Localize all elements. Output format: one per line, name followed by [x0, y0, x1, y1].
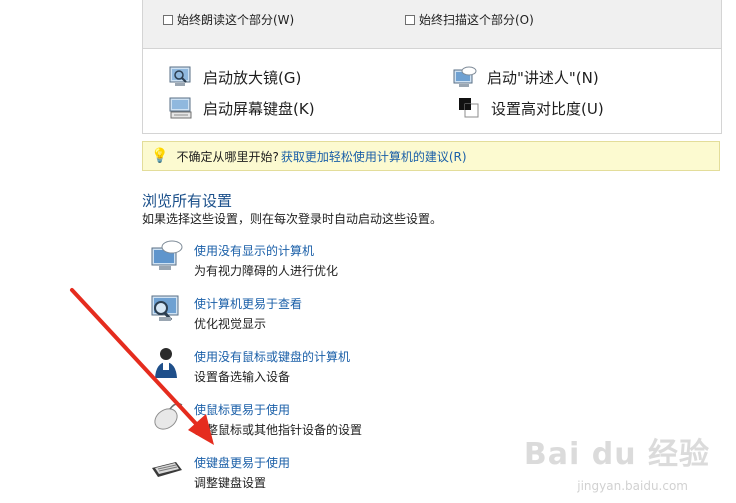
high-contrast-label: 设置高对比度(U)	[491, 99, 604, 118]
setting-item-no-display: 使用没有显示的计算机 为有视力障碍的人进行优化	[150, 240, 550, 284]
setting-item-keyboard: 使键盘更易于使用 调整键盘设置	[150, 452, 550, 496]
browse-settings-description: 如果选择这些设置，则在每次登录时自动启动这些设置。	[142, 212, 443, 226]
narrator-icon	[453, 66, 477, 88]
person-icon	[150, 346, 184, 380]
magnifier-icon	[169, 66, 193, 88]
start-magnifier-link[interactable]: 启动放大镜(G)	[169, 66, 301, 88]
always-scan-checkbox-row[interactable]: 始终扫描这个部分(O)	[405, 11, 534, 28]
top-panel: 始终朗读这个部分(W) 始终扫描这个部分(O)	[142, 0, 722, 49]
setting-title-easier-to-see[interactable]: 使计算机更易于查看	[194, 295, 302, 312]
start-osk-label: 启动屏幕键盘(K)	[203, 99, 315, 118]
setting-title-keyboard[interactable]: 使键盘更易于使用	[194, 454, 290, 471]
hint-bar: 💡 不确定从哪里开始? 获取更加轻松使用计算机的建议(R)	[142, 141, 720, 171]
setting-desc-mouse: 调整鼠标或其他指针设备的设置	[194, 423, 363, 437]
setting-item-no-mouse-keyboard: 使用没有鼠标或键盘的计算机 设置备选输入设备	[150, 346, 550, 390]
browse-settings-heading: 浏览所有设置	[142, 192, 233, 210]
lightbulb-icon: 💡	[151, 148, 169, 164]
start-narrator-link[interactable]: 启动"讲述人"(N)	[453, 66, 599, 88]
quick-tools-panel: 启动放大镜(G) 启动"讲述人"(N) 启动屏幕键盘(K) 设置高对比度(U)	[142, 48, 722, 134]
high-contrast-link[interactable]: 设置高对比度(U)	[457, 97, 604, 119]
start-osk-link[interactable]: 启动屏幕键盘(K)	[169, 97, 315, 119]
always-scan-label: 始终扫描这个部分(O)	[419, 13, 534, 27]
speech-monitor-icon	[150, 240, 184, 274]
setting-desc-easier-to-see: 优化视觉显示	[194, 317, 267, 331]
magnify-monitor-icon	[150, 293, 184, 327]
get-recommendations-link[interactable]: 获取更加轻松使用计算机的建议(R)	[281, 148, 467, 165]
start-narrator-label: 启动"讲述人"(N)	[487, 68, 599, 87]
start-magnifier-label: 启动放大镜(G)	[203, 68, 302, 87]
high-contrast-icon	[457, 97, 481, 119]
on-screen-keyboard-icon	[169, 97, 193, 119]
setting-item-mouse: 使鼠标更易于使用 调整鼠标或其他指针设备的设置	[150, 399, 550, 443]
hint-prefix: 不确定从哪里开始?	[176, 149, 279, 164]
always-read-checkbox[interactable]	[163, 14, 173, 25]
always-scan-checkbox[interactable]	[405, 14, 415, 25]
baidu-watermark: Bai du 经验	[523, 437, 710, 472]
setting-title-no-display[interactable]: 使用没有显示的计算机	[194, 242, 314, 259]
setting-desc-keyboard: 调整键盘设置	[194, 476, 267, 490]
keyboard-icon	[150, 452, 184, 486]
setting-title-no-mouse-keyboard[interactable]: 使用没有鼠标或键盘的计算机	[194, 348, 350, 365]
setting-item-easier-to-see: 使计算机更易于查看 优化视觉显示	[150, 293, 550, 337]
setting-title-mouse[interactable]: 使鼠标更易于使用	[194, 401, 290, 418]
mouse-icon	[150, 399, 184, 433]
baidu-watermark-url: jingyan.baidu.com	[577, 479, 688, 493]
always-read-label: 始终朗读这个部分(W)	[177, 13, 295, 27]
always-read-checkbox-row[interactable]: 始终朗读这个部分(W)	[163, 11, 294, 28]
setting-desc-no-mouse-keyboard: 设置备选输入设备	[194, 370, 291, 384]
setting-desc-no-display: 为有视力障碍的人进行优化	[194, 264, 339, 278]
